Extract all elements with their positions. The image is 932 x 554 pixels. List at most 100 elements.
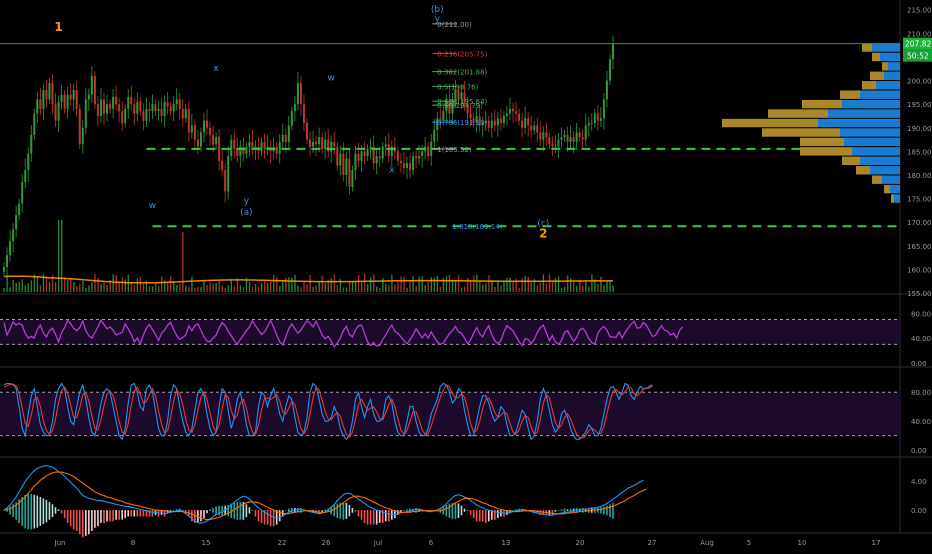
volume-bar bbox=[585, 280, 587, 292]
macd-histogram-bar bbox=[109, 510, 111, 522]
macd-histogram-bar bbox=[384, 510, 387, 522]
macd-histogram-bar bbox=[563, 508, 566, 512]
volume-bar bbox=[67, 280, 69, 292]
macd-histogram-bar bbox=[94, 510, 96, 528]
volume-bar bbox=[266, 282, 269, 292]
timer-tag-label: 50:52 bbox=[907, 52, 929, 61]
candle-body bbox=[578, 132, 581, 138]
candle-body bbox=[508, 108, 511, 114]
candle-body bbox=[51, 82, 54, 105]
candle-body bbox=[363, 151, 366, 157]
volume-bar bbox=[209, 282, 211, 292]
volume-bar bbox=[569, 277, 572, 292]
trading-chart[interactable]: 0(212.00) 0.236(205.75) 0.382(201.88) 0.5(1… bbox=[0, 0, 932, 550]
volume-profile-bar-down bbox=[800, 137, 844, 147]
volume-profile-bar-down bbox=[862, 81, 876, 90]
volume-bar bbox=[503, 281, 505, 292]
candle-body bbox=[599, 118, 602, 121]
volume-bar bbox=[497, 280, 499, 292]
candle-body bbox=[296, 82, 299, 105]
volume-profile-bar-up bbox=[890, 184, 900, 194]
volume-bar bbox=[600, 276, 602, 292]
candle-body bbox=[233, 139, 236, 149]
macd-histogram-bar bbox=[606, 505, 608, 516]
candle-body bbox=[69, 94, 72, 100]
volume-bar bbox=[418, 276, 420, 292]
candle-body bbox=[275, 146, 278, 154]
macd-histogram-bar bbox=[51, 504, 54, 518]
candle-body bbox=[263, 141, 266, 149]
macd-histogram-bar bbox=[557, 510, 560, 511]
candle-body bbox=[90, 75, 93, 95]
volume-profile-bar-up bbox=[860, 156, 900, 166]
candle-body bbox=[242, 146, 245, 154]
volume-profile-bar-down bbox=[768, 109, 828, 118]
macd-histogram-bar bbox=[333, 504, 336, 517]
candle-body bbox=[569, 137, 572, 142]
volume-bar bbox=[469, 280, 472, 292]
volume-bar bbox=[154, 283, 157, 292]
macd-histogram-bar bbox=[112, 510, 114, 522]
candle-body bbox=[93, 75, 96, 105]
candle-body bbox=[224, 170, 227, 192]
candle-body bbox=[78, 108, 81, 145]
macd-histogram-bar bbox=[115, 510, 117, 520]
volume-bar bbox=[27, 283, 30, 292]
volume-bar bbox=[121, 277, 123, 292]
macd-histogram-bar bbox=[254, 510, 257, 517]
price-tick-label: 200.00 bbox=[907, 78, 932, 86]
macd-histogram-bar bbox=[130, 510, 133, 517]
volume-bar bbox=[524, 275, 526, 292]
volume-bar bbox=[279, 286, 281, 292]
volume-bar bbox=[239, 285, 242, 292]
macd-histogram-bar bbox=[100, 510, 102, 523]
candle-body bbox=[3, 267, 5, 272]
candle-body bbox=[154, 104, 157, 112]
macd-histogram-bar bbox=[487, 510, 490, 522]
candle-body bbox=[121, 111, 124, 124]
time-tick-label: 8 bbox=[131, 539, 135, 547]
macd-histogram-bar bbox=[21, 496, 23, 526]
volume-bar bbox=[194, 287, 196, 292]
time-tick-label: 20 bbox=[576, 539, 585, 547]
candle-body bbox=[75, 89, 78, 109]
candle-body bbox=[587, 123, 590, 126]
volume-bar bbox=[15, 282, 17, 292]
volume-bar bbox=[536, 285, 539, 292]
volume-bar bbox=[233, 285, 236, 292]
volume-bar bbox=[436, 275, 439, 292]
macd-histogram-bar bbox=[30, 494, 33, 530]
wave-label: y bbox=[244, 196, 250, 206]
volume-bar bbox=[203, 279, 205, 292]
chart-svg[interactable]: 0(212.00) 0.236(205.75) 0.382(201.88) 0.5(1… bbox=[0, 0, 932, 550]
macd-histogram-bar bbox=[500, 510, 502, 517]
volume-bar bbox=[45, 276, 48, 292]
candle-body bbox=[212, 134, 215, 145]
volume-bar bbox=[445, 276, 448, 292]
volume-bar bbox=[427, 281, 429, 292]
volume-bar bbox=[142, 284, 145, 292]
volume-bar bbox=[551, 281, 554, 292]
candle-body bbox=[45, 89, 48, 100]
fib-level-label: 0(212.00) bbox=[437, 21, 472, 29]
volume-bar bbox=[282, 280, 284, 292]
macd-histogram-bar bbox=[212, 507, 214, 513]
volume-bar bbox=[488, 275, 490, 292]
candle-body bbox=[290, 111, 293, 126]
volume-profile-bar-down bbox=[872, 52, 880, 62]
macd-histogram-bar bbox=[127, 510, 130, 517]
candle-body bbox=[505, 113, 508, 116]
candle-body bbox=[590, 123, 593, 124]
volume-bar bbox=[124, 279, 126, 292]
candle-body bbox=[193, 125, 196, 140]
candle-body bbox=[409, 163, 411, 171]
volume-profile-bar-up bbox=[852, 147, 900, 156]
volume-profile-bar-down bbox=[872, 175, 882, 184]
macd-histogram-bar bbox=[600, 507, 602, 514]
volume-bar bbox=[333, 274, 336, 292]
candle-body bbox=[399, 160, 402, 164]
candle-body bbox=[151, 104, 154, 112]
candle-body bbox=[209, 127, 212, 135]
wave-label: 2 bbox=[539, 226, 547, 240]
time-tick-label: Jul bbox=[373, 539, 383, 547]
